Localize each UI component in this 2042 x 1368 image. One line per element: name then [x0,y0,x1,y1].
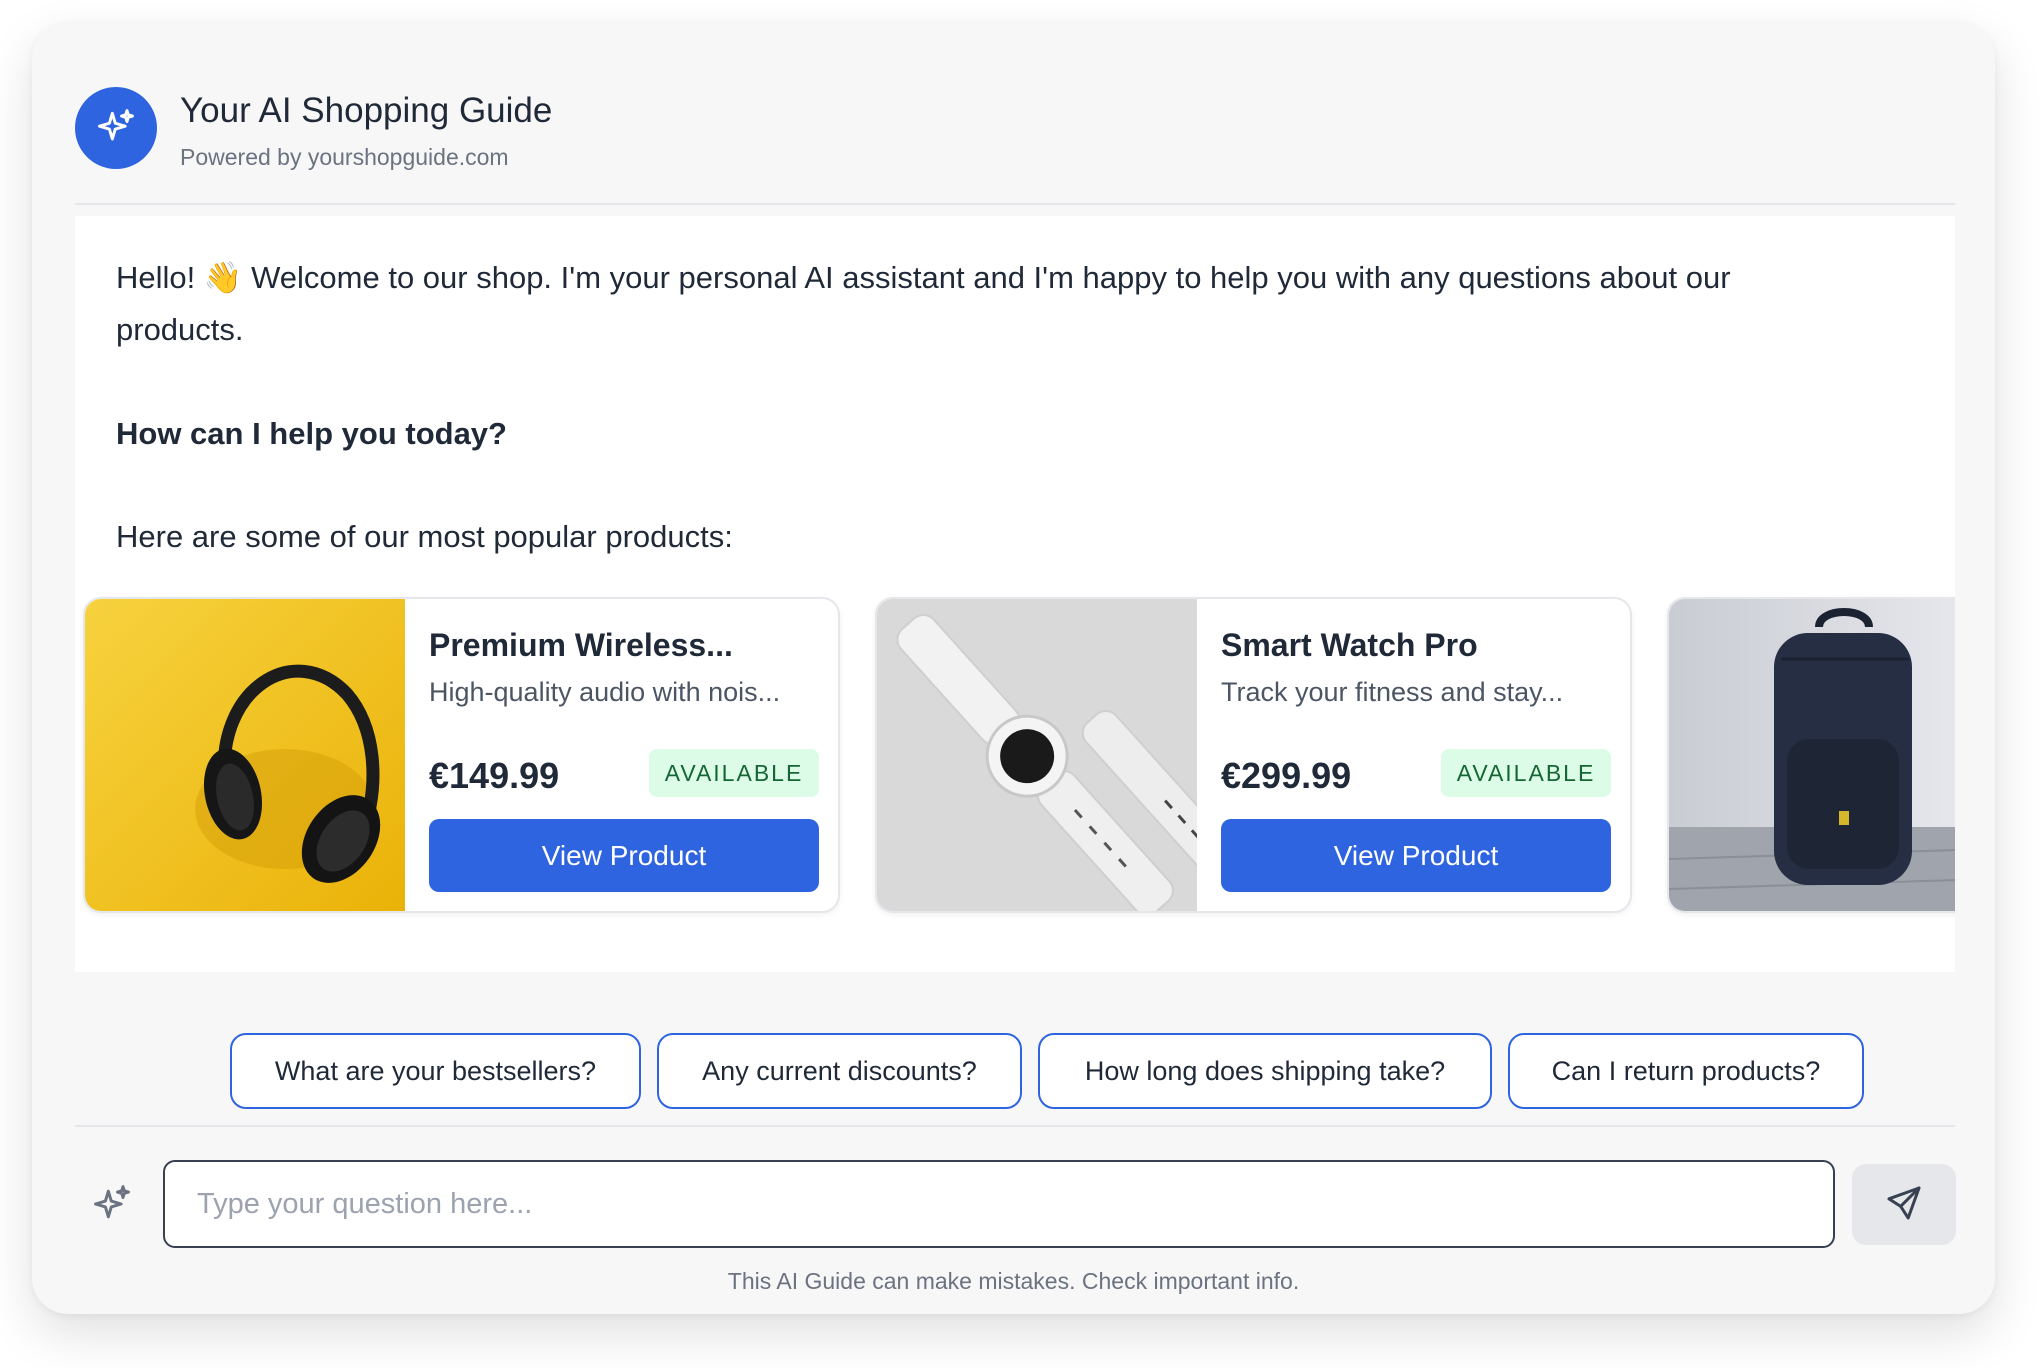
chat-header: Your AI Shopping Guide Powered by yoursh… [75,66,1955,205]
product-name[interactable]: Smart Watch Pro [1221,627,1611,664]
product-info: Smart Watch Pro Track your fitness and s… [1221,627,1611,708]
product-description: High-quality audio with nois... [429,677,781,707]
product-description: Track your fitness and stay... [1221,677,1564,707]
send-button[interactable] [1852,1164,1956,1245]
product-price: €299.99 [1221,755,1352,796]
product-image-headphones[interactable] [85,599,405,911]
product-price: €149.99 [429,755,560,796]
product-image-smartwatch[interactable] [877,599,1197,911]
send-icon [1884,1183,1924,1226]
suggestion-chip[interactable]: Can I return products? [1508,1033,1864,1109]
popular-products-intro: Here are some of our most popular produc… [116,519,733,554]
sparkles-icon [90,1182,134,1226]
product-card[interactable] [1667,597,1955,913]
product-card[interactable]: Smart Watch Pro Track your fitness and s… [875,597,1632,913]
suggestion-chip[interactable]: How long does shipping take? [1038,1033,1492,1109]
product-info: Premium Wireless... High-quality audio w… [429,627,819,708]
welcome-text-line: Hello! 👋 Welcome to our shop. I'm your p… [116,260,1731,295]
chat-widget: Your AI Shopping Guide Powered by yoursh… [32,22,1995,1314]
view-product-button[interactable]: View Product [429,819,819,892]
product-image-backpack[interactable] [1669,599,1955,911]
availability-badge: AVAILABLE [649,749,819,797]
availability-badge: AVAILABLE [1441,749,1611,797]
question-input[interactable] [163,1160,1835,1248]
help-question: How can I help you today? [116,416,507,451]
assistant-message: Hello! 👋 Welcome to our shop. I'm your p… [75,216,1955,972]
suggestion-chip[interactable]: Any current discounts? [657,1033,1022,1109]
powered-by-text: Powered by yourshopguide.com [180,144,509,170]
product-name[interactable]: Premium Wireless... [429,627,819,664]
view-product-button[interactable]: View Product [1221,819,1611,892]
sparkles-icon [75,87,157,169]
welcome-text-line: products. [116,312,244,347]
divider [75,1125,1955,1127]
disclaimer-text: This AI Guide can make mistakes. Check i… [727,1268,1300,1294]
product-card[interactable]: Premium Wireless... High-quality audio w… [83,597,840,913]
page-title: Your AI Shopping Guide [180,91,553,130]
suggestion-chip[interactable]: What are your bestsellers? [230,1033,641,1109]
